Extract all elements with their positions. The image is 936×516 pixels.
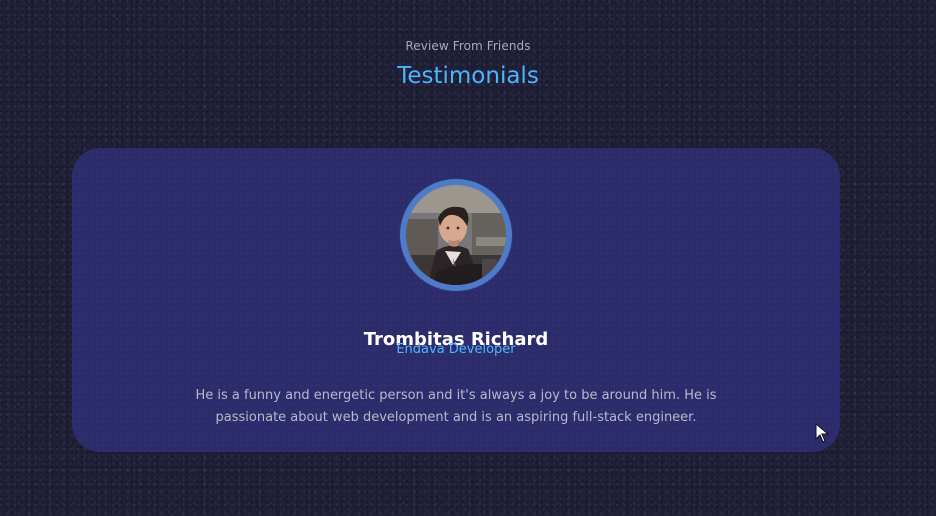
avatar-ring bbox=[400, 179, 512, 291]
testimonials-header: Review From Friends Testimonials bbox=[0, 38, 936, 110]
reviewer-avatar bbox=[406, 185, 506, 285]
section-subtitle: Review From Friends bbox=[405, 39, 531, 53]
section-title: Testimonials bbox=[397, 63, 539, 89]
reviewer-photo bbox=[406, 185, 506, 285]
mouse-pointer-icon bbox=[815, 423, 829, 443]
testimonial-card: Trombitas Richard Endava Developer He is… bbox=[72, 148, 840, 452]
reviewer-role: Endava Developer bbox=[396, 342, 516, 357]
testimonial-text: He is a funny and energetic person and i… bbox=[195, 388, 717, 425]
